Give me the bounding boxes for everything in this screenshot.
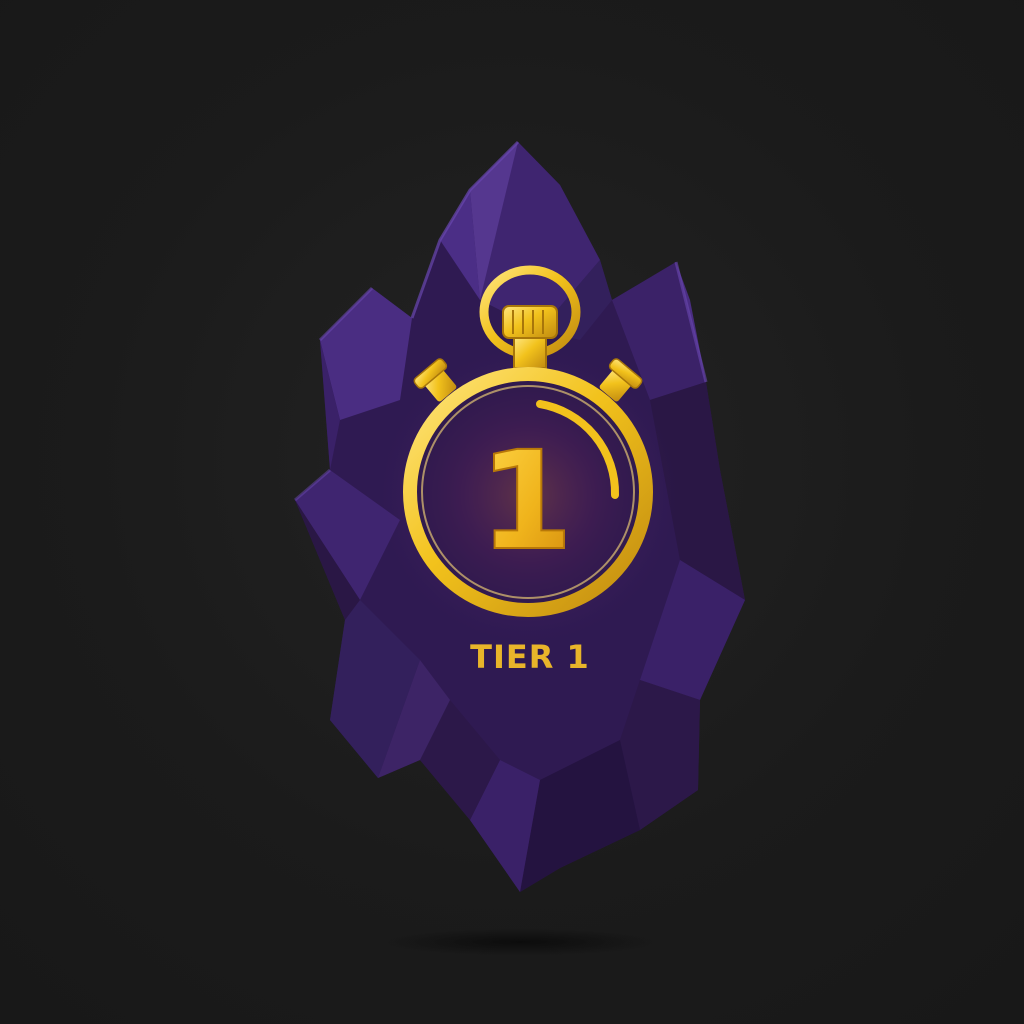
tier-number: 1: [479, 423, 574, 581]
tier-label: TIER 1: [470, 638, 590, 676]
tier-badge: 1 TIER 1: [294, 140, 745, 956]
ground-shadow: [380, 928, 660, 956]
badge-stage: 1 TIER 1: [0, 0, 1024, 1024]
